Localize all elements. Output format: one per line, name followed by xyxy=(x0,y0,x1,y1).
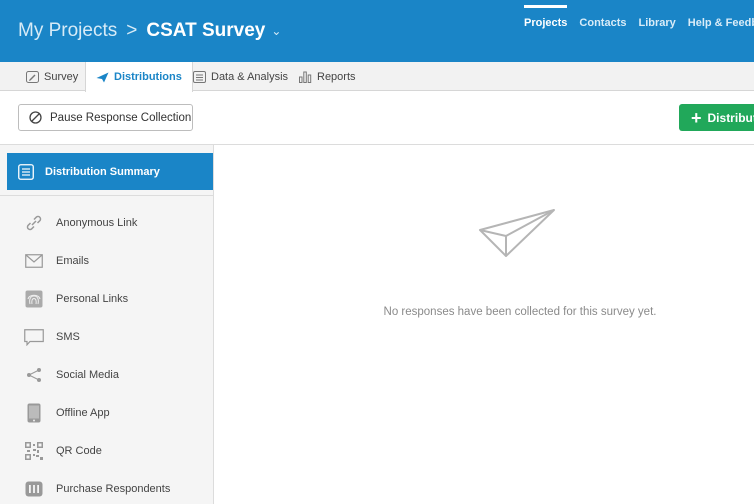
sidebar-label: Social Media xyxy=(56,369,119,381)
sidebar-divider xyxy=(0,195,213,196)
tab-bar: Survey Distributions Data & Analysis Rep… xyxy=(0,62,754,92)
tablet-icon xyxy=(24,403,44,423)
sidebar-item-anonymous-link[interactable]: Anonymous Link xyxy=(24,213,137,233)
chevron-down-icon[interactable]: ⌄ xyxy=(271,24,281,38)
sidebar-summary-label: Distribution Summary xyxy=(45,165,160,178)
envelope-icon xyxy=(24,251,44,271)
sidebar-label: SMS xyxy=(56,331,80,343)
breadcrumb: My Projects > CSAT Survey ⌄ xyxy=(18,20,281,42)
people-icon xyxy=(24,479,44,499)
breadcrumb-my-projects[interactable]: My Projects xyxy=(18,20,117,42)
sidebar-label: Purchase Respondents xyxy=(56,483,171,495)
paper-plane-icon xyxy=(478,208,558,265)
summary-list-icon xyxy=(18,163,34,180)
sidebar-item-distribution-summary[interactable]: Distribution Summary xyxy=(7,153,213,190)
nav-library[interactable]: Library xyxy=(638,17,675,29)
qr-code-icon xyxy=(24,441,44,461)
tab-reports-label: Reports xyxy=(317,70,356,83)
empty-state-message: No responses have been collected for thi… xyxy=(383,306,657,318)
sidebar-label: QR Code xyxy=(56,445,102,457)
distribute-button-label: Distribute xyxy=(707,110,754,125)
sidebar-item-emails[interactable]: Emails xyxy=(24,251,89,271)
sidebar-item-social-media[interactable]: Social Media xyxy=(24,365,119,385)
tab-survey-label: Survey xyxy=(44,70,79,83)
sidebar-item-purchase-respondents[interactable]: Purchase Respondents xyxy=(24,479,170,499)
tab-survey[interactable]: Survey xyxy=(26,62,78,91)
pencil-icon xyxy=(26,70,39,83)
sidebar-item-offline-app[interactable]: Offline App xyxy=(24,403,110,423)
sidebar-label: Anonymous Link xyxy=(56,217,138,229)
plus-icon: + xyxy=(691,107,702,128)
share-icon xyxy=(24,365,44,385)
top-bar: My Projects > CSAT Survey ⌄ Projects Con… xyxy=(0,0,754,62)
distribute-button[interactable]: + Distribute xyxy=(679,104,754,131)
nav-projects[interactable]: Projects xyxy=(524,5,568,29)
distribution-sidebar: Distribution Summary Anonymous Link Emai… xyxy=(0,145,214,504)
tab-data-analysis-label: Data & Analysis xyxy=(211,70,289,83)
nav-help-feedback[interactable]: Help & Feedback xyxy=(688,17,754,29)
list-icon xyxy=(193,70,206,83)
tab-distributions-label: Distributions xyxy=(114,71,182,83)
tab-data-analysis[interactable]: Data & Analysis xyxy=(193,62,288,91)
pause-response-collection-button[interactable]: Pause Response Collection xyxy=(18,104,193,131)
sidebar-item-qr-code[interactable]: QR Code xyxy=(24,441,102,461)
tab-distributions[interactable]: Distributions xyxy=(85,62,193,92)
paper-plane-icon xyxy=(96,72,109,83)
breadcrumb-separator: > xyxy=(126,20,138,41)
sidebar-label: Offline App xyxy=(56,407,110,419)
sidebar-label: Emails xyxy=(56,255,90,267)
sidebar-item-sms[interactable]: SMS xyxy=(24,327,80,347)
link-icon xyxy=(24,213,44,233)
top-navigation: Projects Contacts Library Help & Feedbac… xyxy=(524,5,754,29)
chat-bubble-icon xyxy=(24,327,44,347)
tab-reports[interactable]: Reports xyxy=(299,62,356,91)
pause-button-label: Pause Response Collection xyxy=(50,111,192,124)
nav-contacts[interactable]: Contacts xyxy=(579,17,626,29)
bar-chart-icon xyxy=(299,71,312,83)
pause-circle-icon xyxy=(29,111,42,124)
sidebar-label: Personal Links xyxy=(56,293,129,305)
project-name-dropdown[interactable]: CSAT Survey xyxy=(146,20,265,42)
